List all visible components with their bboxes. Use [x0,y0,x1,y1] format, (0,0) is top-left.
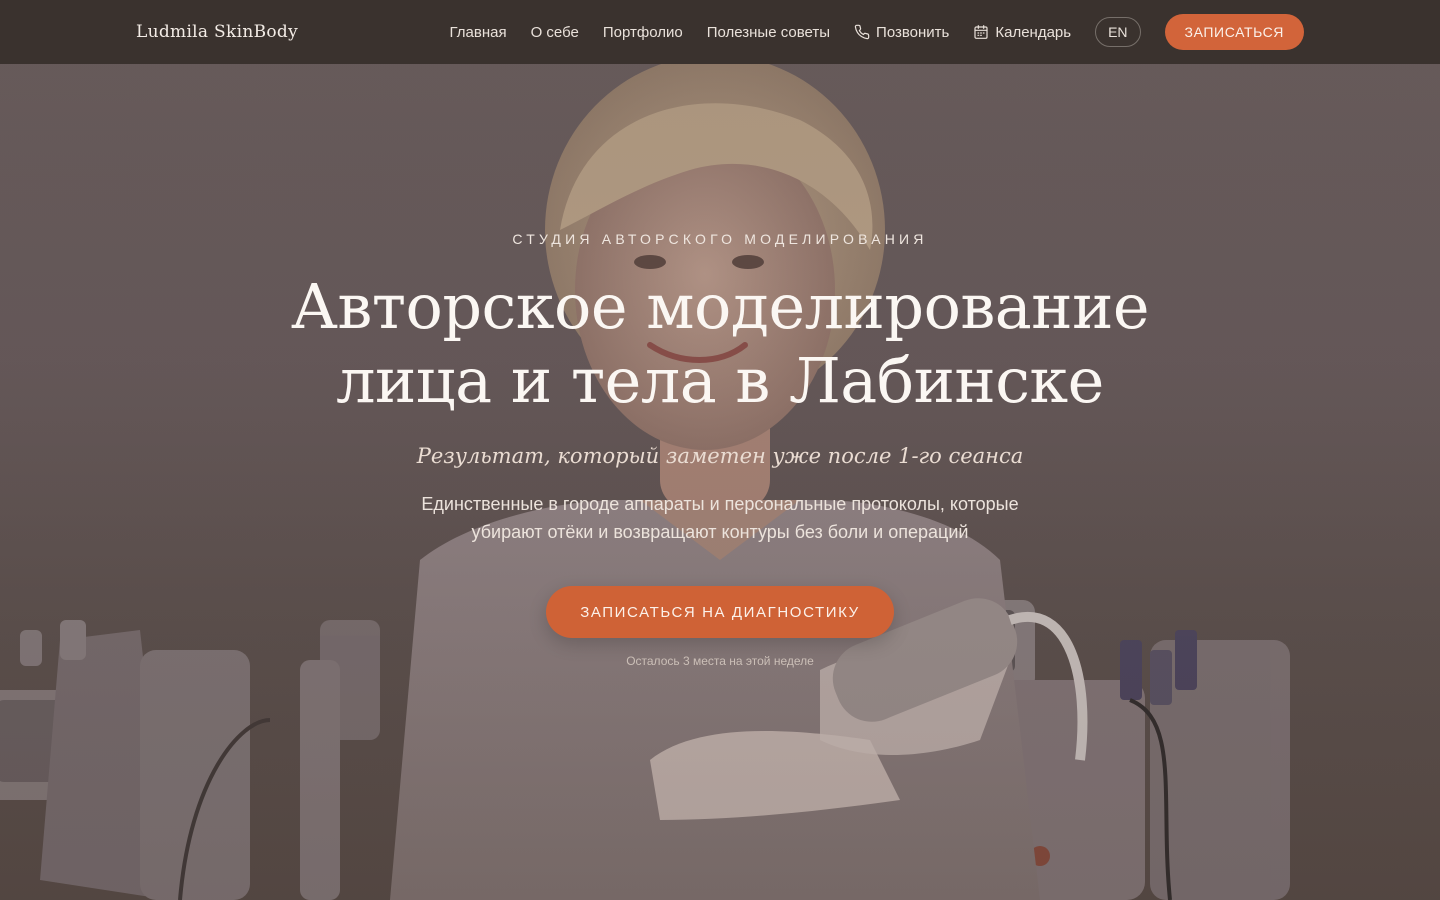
hero-description-line-1: Единственные в городе аппараты и персона… [421,494,1019,514]
hero-tagline: Результат, который заметен уже после 1-г… [416,444,1024,468]
hero-headline-line-2: лица и тела в Лабинске [336,344,1104,417]
hero-headline: Авторское моделирование лица и тела в Ла… [220,270,1220,418]
book-diagnostics-button[interactable]: ЗАПИСАТЬСЯ НА ДИАГНОСТИКУ [546,586,894,638]
availability-note: Осталось 3 места на этой неделе [626,654,814,668]
hero-description-line-2: убирают отёки и возвращают контуры без б… [471,522,969,542]
hero-headline-line-1: Авторское моделирование [290,270,1150,343]
hero-eyebrow: СТУДИЯ АВТОРСКОГО МОДЕЛИРОВАНИЯ [512,231,928,247]
hero-description: Единственные в городе аппараты и персона… [370,490,1070,546]
hero-content: СТУДИЯ АВТОРСКОГО МОДЕЛИРОВАНИЯ Авторско… [0,0,1440,900]
